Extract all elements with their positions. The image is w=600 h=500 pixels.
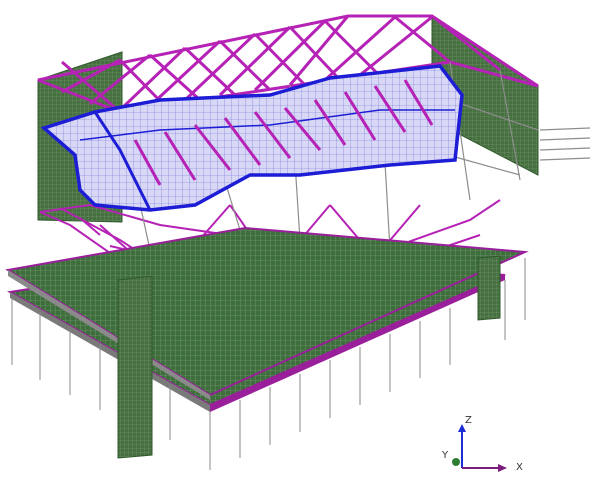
x-axis-arrow — [498, 464, 507, 472]
core-wall-front — [117, 275, 153, 459]
y-axis-dot — [452, 458, 460, 466]
axis-triad: Z Y X — [441, 415, 523, 473]
x-axis-label: X — [516, 462, 523, 473]
model-viewport[interactable]: Z Y X — [0, 0, 600, 500]
structural-model-canvas[interactable]: Z Y X — [0, 0, 600, 500]
z-axis-label: Z — [465, 415, 472, 426]
core-wall-right — [477, 255, 501, 321]
y-axis-label: Y — [441, 450, 449, 461]
